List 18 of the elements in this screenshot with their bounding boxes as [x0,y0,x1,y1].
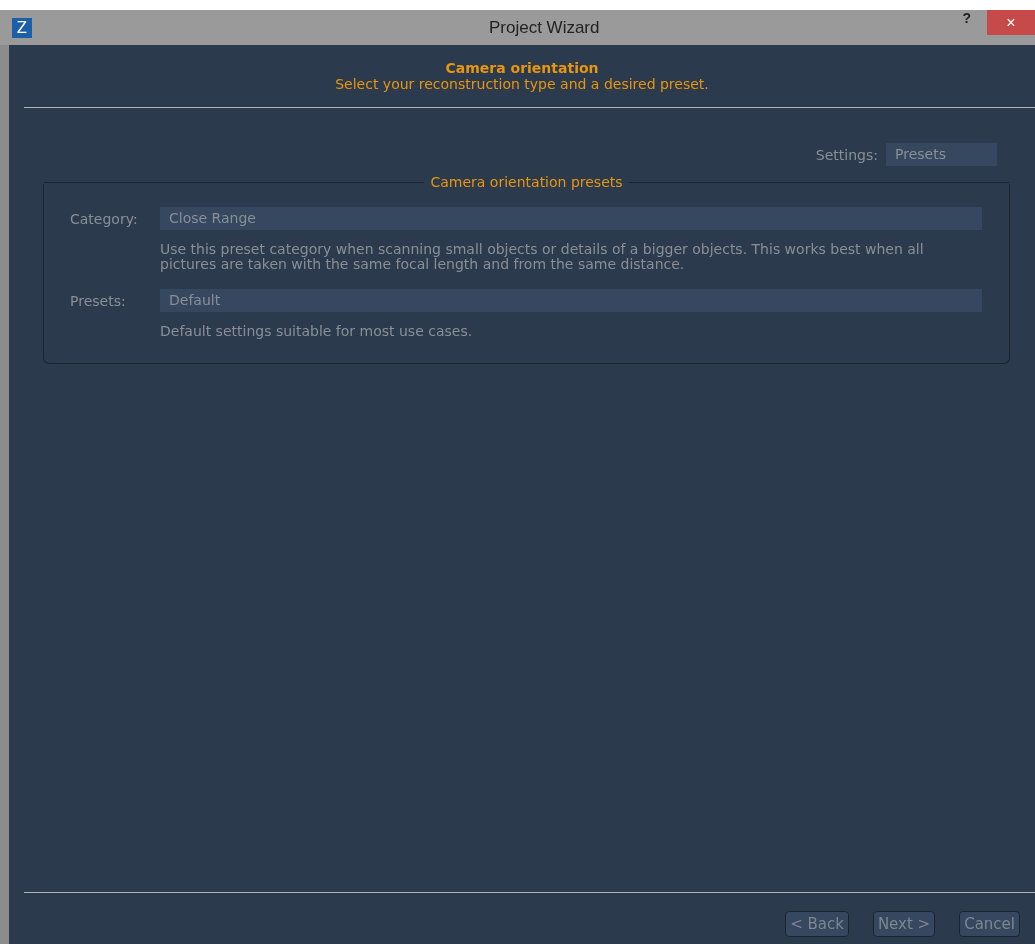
dropdown-field[interactable]: Close Range [160,207,982,230]
field-label: Category: [70,210,139,227]
wizard-button[interactable]: < Back [785,911,849,937]
dropdown-field[interactable]: Default [160,289,982,312]
window-title: Project Wizard [487,17,601,38]
description-text: Default settings suitable for most use cases. [160,324,474,339]
settings-dropdown[interactable]: Presets [886,143,997,166]
page-subtitle: Select your reconstruction type and a desired preset. [334,76,710,92]
wizard-button[interactable]: Cancel [959,911,1020,937]
group-title: Camera orientation presets [430,174,623,190]
help-button[interactable]: ? [956,10,977,26]
close-button[interactable]: × [987,10,1035,35]
field-label: Presets: [70,292,127,309]
settings-label: Settings: [815,146,878,163]
app-icon: Z [12,17,32,38]
description-text: Use this preset category when scanning small objects or details of a bigger objects. This works best when all pictures are taken with the same focal length and from the same distance. [160,242,925,272]
wizard-button[interactable]: Next > [872,911,936,937]
page-title: Camera orientation [444,60,600,76]
